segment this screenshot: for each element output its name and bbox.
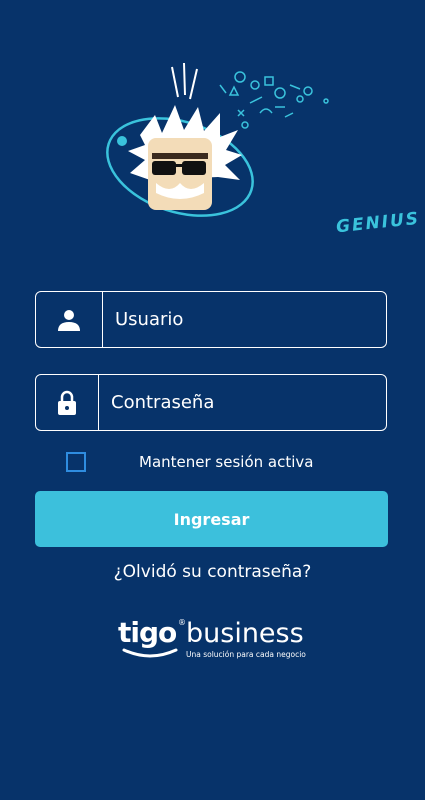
brand-name: tigo bbox=[118, 616, 177, 649]
brand-registered-mark: ® bbox=[178, 618, 186, 627]
user-icon bbox=[58, 309, 80, 331]
forgot-password-link[interactable]: ¿Olvidó su contraseña? bbox=[0, 562, 425, 582]
remember-session-checkbox[interactable] bbox=[66, 452, 86, 472]
remember-session-row: Mantener sesión activa bbox=[66, 450, 366, 474]
tigo-business-logo: tigo ® business Una solución para cada n… bbox=[118, 612, 318, 672]
password-icon-box bbox=[36, 375, 99, 430]
lock-icon bbox=[58, 390, 76, 415]
username-input[interactable] bbox=[103, 291, 386, 348]
genius-logo: GENIUS bbox=[100, 55, 421, 240]
username-field[interactable] bbox=[35, 291, 387, 348]
remember-session-label[interactable]: Mantener sesión activa bbox=[139, 453, 313, 471]
password-field[interactable] bbox=[35, 374, 387, 431]
genius-mascot-icon bbox=[106, 62, 329, 217]
brand-product: business bbox=[186, 618, 304, 649]
genius-wordmark: GENIUS bbox=[335, 208, 421, 238]
brand-tagline: Una solución para cada negocio bbox=[186, 650, 306, 659]
username-icon-box bbox=[36, 292, 103, 347]
password-input[interactable] bbox=[99, 374, 386, 431]
smile-icon bbox=[122, 648, 178, 658]
login-button[interactable]: Ingresar bbox=[35, 491, 388, 547]
